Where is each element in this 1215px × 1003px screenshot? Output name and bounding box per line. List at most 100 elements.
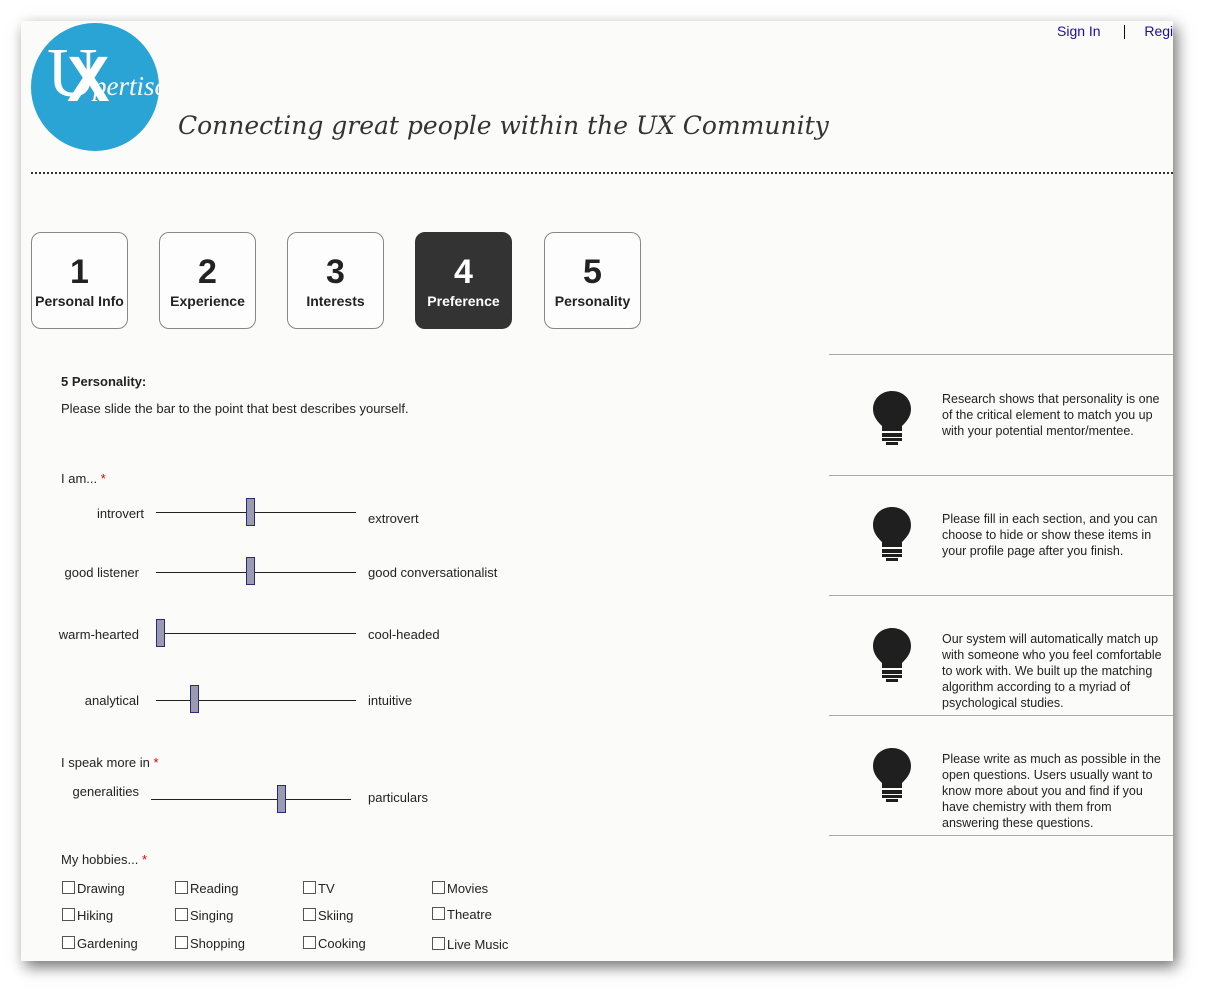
- uxpertise-logo[interactable]: U Xpertise: [31, 23, 159, 151]
- hobby-label: Cooking: [318, 936, 366, 951]
- checkbox[interactable]: [303, 881, 316, 894]
- tip-text: Our system will automatically match up w…: [942, 632, 1162, 710]
- header-links: Sign In Registe: [1057, 23, 1173, 40]
- step-tab-experience[interactable]: 2 Experience: [159, 232, 256, 329]
- step-number: 4: [454, 253, 473, 291]
- tip-divider: [829, 354, 1173, 355]
- hobby-label: Live Music: [447, 937, 509, 952]
- slider-thumb-analytical-intuitive[interactable]: [189, 685, 199, 713]
- checkbox[interactable]: [62, 936, 75, 949]
- slider-right-label: good conversationalist: [368, 565, 498, 580]
- step-tab-personal-info[interactable]: 1 Personal Info: [31, 232, 128, 329]
- slider-right-label: cool-headed: [368, 627, 440, 642]
- hobby-checkbox-live-music[interactable]: Live Music: [432, 937, 508, 952]
- slider-track-warm[interactable]: [156, 633, 356, 634]
- checkbox[interactable]: [175, 936, 188, 949]
- required-marker: *: [153, 755, 159, 770]
- hobby-label: Reading: [190, 881, 239, 896]
- hobby-checkbox-shopping[interactable]: Shopping: [175, 936, 245, 951]
- slider-thumb-introvert-extrovert[interactable]: [246, 498, 256, 526]
- slider-left-label: warm-hearted: [58, 627, 139, 642]
- step-tab-interests[interactable]: 3 Interests: [287, 232, 384, 329]
- slider-right-label: intuitive: [368, 693, 413, 708]
- lightbulb-icon: [873, 391, 911, 445]
- sign-in-link[interactable]: Sign In: [1057, 23, 1101, 39]
- hobby-label: Singing: [190, 908, 234, 923]
- hobby-checkbox-tv[interactable]: TV: [303, 881, 335, 896]
- page: U Xpertise Connecting great people withi…: [21, 21, 1173, 961]
- hobby-checkbox-skiing[interactable]: Skiing: [303, 908, 353, 923]
- slider-track-listener[interactable]: [156, 572, 356, 573]
- speak-question: I speak more in *: [61, 755, 159, 770]
- checkbox[interactable]: [175, 908, 188, 921]
- required-marker: *: [100, 471, 106, 486]
- lightbulb-icon: [873, 628, 911, 682]
- hobby-checkbox-singing[interactable]: Singing: [175, 908, 233, 923]
- lightbulb-icon: [873, 507, 911, 561]
- question-label: I am...: [61, 471, 98, 486]
- slider-right-label: particulars: [368, 790, 428, 805]
- step-tab-personality[interactable]: 5 Personality: [544, 232, 641, 329]
- checkbox[interactable]: [62, 881, 75, 894]
- step-label: Personality: [554, 293, 631, 309]
- step-label: Personal Info: [35, 293, 124, 309]
- hobby-label: Movies: [447, 881, 489, 896]
- hobby-checkbox-cooking[interactable]: Cooking: [303, 936, 366, 951]
- slider-thumb-listener-conversationalist[interactable]: [246, 557, 256, 585]
- checkbox[interactable]: [432, 937, 445, 950]
- tagline: Connecting great people within the UX Co…: [178, 111, 829, 140]
- step-label: Interests: [306, 293, 365, 309]
- tip-divider: [829, 715, 1173, 716]
- link-divider: [1124, 25, 1126, 40]
- step-number: 3: [326, 253, 345, 291]
- slider-thumb-warm-cool[interactable]: [156, 619, 165, 647]
- step-label: Preference: [427, 293, 500, 309]
- hobby-label: Gardening: [77, 936, 138, 951]
- hobby-label: Skiing: [318, 908, 354, 923]
- slider-track-speak[interactable]: [151, 799, 351, 800]
- tip-divider: [829, 475, 1173, 476]
- hobby-checkbox-drawing[interactable]: Drawing: [62, 881, 125, 896]
- hobby-checkbox-gardening[interactable]: Gardening: [62, 936, 138, 951]
- header-divider: [31, 172, 1173, 174]
- question-label: I speak more in: [61, 755, 150, 770]
- step-number: 2: [198, 253, 217, 291]
- slider-left-label: generalities: [72, 784, 140, 799]
- tip-divider: [829, 595, 1173, 596]
- tip-divider: [829, 835, 1173, 836]
- section-title: 5 Personality:: [61, 374, 147, 389]
- checkbox[interactable]: [432, 881, 445, 894]
- hobby-checkbox-reading[interactable]: Reading: [175, 881, 238, 896]
- checkbox[interactable]: [62, 908, 75, 921]
- tip-text: Please fill in each section, and you can…: [942, 512, 1158, 558]
- slider-track-analytical[interactable]: [156, 700, 356, 701]
- hobby-label: Hiking: [77, 908, 114, 923]
- step-tab-preference[interactable]: 4 Preference: [415, 232, 512, 329]
- register-link[interactable]: Registe: [1144, 23, 1173, 39]
- checkbox[interactable]: [175, 881, 188, 894]
- slider-right-label: extrovert: [368, 511, 419, 526]
- checkbox[interactable]: [432, 907, 445, 920]
- hobby-label: TV: [318, 881, 335, 896]
- checkbox[interactable]: [303, 908, 316, 921]
- hobby-label: Drawing: [77, 881, 125, 896]
- hobby-checkbox-movies[interactable]: Movies: [432, 881, 488, 896]
- logo-word: pertise: [93, 71, 159, 101]
- hobbies-question: My hobbies... *: [61, 852, 147, 867]
- instructions: Please slide the bar to the point that b…: [61, 401, 409, 416]
- tip-text: Research shows that personality is one o…: [942, 392, 1160, 438]
- tip-text: Please write as much as possible in the …: [942, 752, 1161, 830]
- hobby-label: Theatre: [447, 907, 492, 922]
- slider-left-label: introvert: [97, 506, 144, 521]
- required-marker: *: [141, 852, 148, 867]
- checkbox[interactable]: [303, 936, 316, 949]
- slider-thumb-generalities-particulars[interactable]: [276, 785, 286, 813]
- hobby-label: Shopping: [190, 936, 245, 951]
- i-am-question: I am... *: [61, 471, 106, 486]
- slider-track-introvert[interactable]: [156, 512, 356, 513]
- question-label: My hobbies...: [61, 852, 139, 867]
- hobby-checkbox-theatre[interactable]: Theatre: [432, 907, 492, 922]
- step-number: 1: [70, 253, 89, 291]
- hobby-checkbox-hiking[interactable]: Hiking: [62, 908, 113, 923]
- slider-left-label: good listener: [64, 565, 139, 580]
